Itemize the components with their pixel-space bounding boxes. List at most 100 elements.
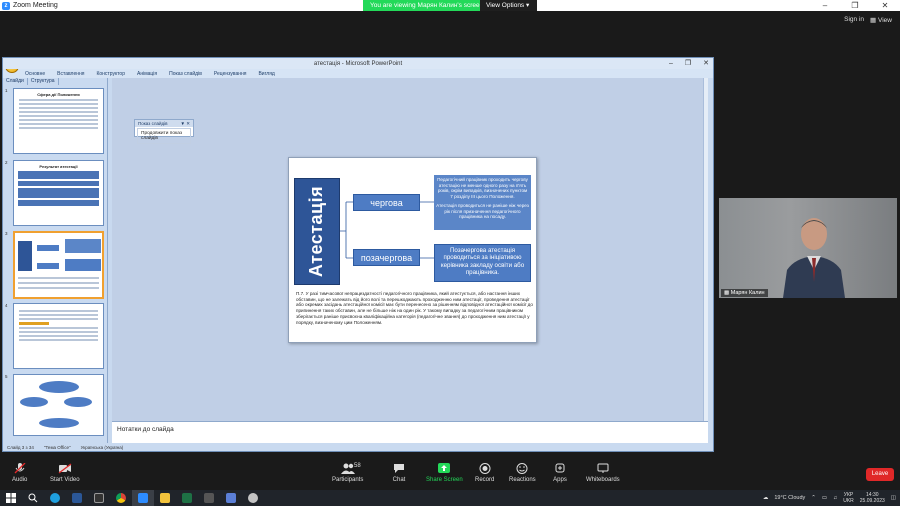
system-tray: ☁ 19°C Cloudy ⌃ ▭ ♫ УКР UKR 14:30 25.09.…	[763, 490, 896, 506]
video-app-icon[interactable]	[88, 490, 110, 506]
close-button[interactable]: ✕	[870, 0, 900, 11]
slide-thumbnail[interactable]: Результат атестації	[13, 160, 104, 226]
resume-slideshow-button[interactable]: Продовжити показ слайдів	[137, 128, 191, 144]
slide-footnote: П.7. У разі тимчасової непрацездатності …	[296, 291, 533, 325]
participant-avatar	[783, 218, 845, 298]
start-button[interactable]	[0, 490, 22, 506]
ribbon-tabs: Основне Вставлення Конструктор Анімація …	[3, 69, 713, 78]
apps-icon	[555, 463, 565, 473]
whiteboards-button[interactable]: Whiteboards	[586, 463, 620, 483]
ppt-close-button[interactable]: ✕	[703, 58, 709, 69]
excel-icon[interactable]	[176, 490, 198, 506]
slide-thumbnail[interactable]: Сфера дії Положення	[13, 88, 104, 154]
weather-text: 19°C Cloudy	[774, 495, 806, 501]
chat-icon	[394, 464, 404, 473]
regular-description-1: Педагогічний працівник проходить чергову…	[437, 177, 528, 200]
powerpoint-taskbar-icon[interactable]	[242, 490, 264, 506]
ribbon-tab[interactable]: Основне	[25, 71, 45, 77]
vertical-scrollbar[interactable]	[703, 78, 708, 421]
view-options-button[interactable]: View Options ▾	[480, 0, 537, 11]
status-slide-count: Слайд 3 з 34	[7, 444, 34, 450]
reactions-icon	[516, 463, 528, 474]
thumb-number: 1	[5, 88, 8, 93]
network-icon: ▭	[821, 495, 828, 501]
leave-button[interactable]: Leave	[866, 468, 894, 481]
notifications-icon[interactable]: ◫	[891, 495, 896, 501]
audio-button[interactable]: Audio	[12, 463, 27, 483]
record-button[interactable]: Record	[475, 463, 494, 483]
audio-label: Audio	[12, 477, 28, 483]
record-label: Record	[475, 477, 495, 483]
apps-button[interactable]: Apps	[553, 463, 567, 483]
ribbon-tab[interactable]: Вставлення	[57, 71, 84, 77]
maximize-button[interactable]: ❐	[840, 0, 870, 11]
participants-count: 58	[354, 463, 361, 469]
language-indicator[interactable]: УКР UKR	[843, 492, 854, 504]
view-button[interactable]: ▦ View	[870, 16, 892, 24]
ribbon-tab[interactable]: Анімація	[137, 71, 157, 77]
start-video-label: Start Video	[50, 477, 80, 483]
participant-video[interactable]: ▩ Марян Калин	[719, 198, 897, 298]
window-controls: – ❐ ✕	[810, 0, 900, 11]
participants-button[interactable]: 58 Participants	[332, 463, 363, 483]
ppt-minimize-button[interactable]: –	[669, 58, 673, 69]
ribbon-tab[interactable]: Рецензування	[214, 71, 247, 77]
extraordinary-description: Позачергова атестація проводиться за іні…	[434, 244, 531, 282]
edge-icon[interactable]	[44, 490, 66, 506]
start-video-button[interactable]: Start Video	[50, 463, 80, 483]
calculator-icon[interactable]	[198, 490, 220, 506]
microphone-icon	[14, 463, 26, 474]
viewing-banner: You are viewing Марян Калин's screen Vie…	[363, 0, 537, 11]
ppt-status-bar: Слайд 3 з 34 "Тема Office" Українська (У…	[3, 443, 713, 451]
volume-icon[interactable]: ♫	[833, 495, 837, 501]
chrome-icon[interactable]	[110, 490, 132, 506]
thumb-number: 2	[5, 160, 8, 165]
file-explorer-icon[interactable]	[154, 490, 176, 506]
clock[interactable]: 14:30 25.09.2023	[860, 492, 885, 504]
ribbon-tab[interactable]: Показ слайдів	[169, 71, 202, 77]
slide-thumbnail-selected[interactable]	[13, 231, 104, 299]
record-icon	[479, 463, 491, 474]
thumb-title: Сфера дії Положення	[37, 92, 80, 97]
regular-description-2: Атестація проводиться не раніше ніж чере…	[436, 202, 529, 220]
windows-taskbar: ☁ 19°C Cloudy ⌃ ▭ ♫ УКР UKR 14:30 25.09.…	[0, 490, 900, 506]
view-options-label: View Options	[486, 2, 525, 9]
minimize-button[interactable]: –	[810, 0, 840, 11]
sign-in-button[interactable]: Sign in	[844, 16, 864, 23]
meeting-toolbar: Audio Start Video 58 Participants Chat S…	[0, 460, 900, 490]
slide-thumbnail[interactable]	[13, 374, 104, 436]
ribbon-tab[interactable]: Вигляд	[258, 71, 274, 77]
popup-close-icon[interactable]: ▼ ✕	[181, 120, 190, 127]
save-icon[interactable]	[220, 490, 242, 506]
slide-editing-area: Показ слайдів ▼ ✕ Продовжити показ слайд…	[112, 78, 708, 421]
word-icon[interactable]	[66, 490, 88, 506]
slide-thumbnail[interactable]	[13, 303, 104, 369]
participant-name-text: Марян Калин	[730, 290, 765, 296]
thumb-title: Результат атестації	[39, 164, 78, 169]
tab-outline[interactable]: Структура	[28, 78, 59, 85]
thumb-tabs: Слайди Структура	[3, 78, 107, 85]
apps-label: Apps	[553, 477, 567, 483]
share-screen-icon	[438, 463, 451, 473]
reactions-button[interactable]: Reactions	[509, 463, 536, 483]
tab-slides[interactable]: Слайди	[3, 78, 28, 85]
share-screen-button[interactable]: Share Screen	[426, 463, 463, 483]
current-slide: Атестація чергова позачергова Педагогічн…	[288, 157, 537, 343]
ppt-restore-button[interactable]: ❐	[685, 58, 691, 69]
ribbon-tab[interactable]: Конструктор	[96, 71, 125, 77]
thumb-number: 4	[5, 303, 8, 308]
ppt-title-bar: атестація - Microsoft PowerPoint – ❐ ✕	[3, 58, 713, 69]
ppt-window-title: атестація - Microsoft PowerPoint	[313, 60, 403, 67]
ppt-body: Слайди Структура 1 Сфера дії Положення 2…	[3, 78, 713, 448]
tray-chevron-icon[interactable]: ⌃	[811, 495, 816, 501]
participant-name: ▩ Марян Калин	[721, 289, 768, 297]
video-camera-icon	[58, 463, 72, 474]
taskbar-search-icon[interactable]	[22, 490, 44, 506]
viewing-banner-text: You are viewing Марян Калин's screen	[363, 0, 480, 11]
thumb-number: 3	[5, 231, 8, 236]
chat-button[interactable]: Chat	[392, 463, 406, 483]
shared-powerpoint-window: атестація - Microsoft PowerPoint – ❐ ✕ О…	[2, 57, 714, 452]
slideshow-popup: Показ слайдів ▼ ✕ Продовжити показ слайд…	[134, 119, 194, 144]
slide-thumbnails-pane: Слайди Структура 1 Сфера дії Положення 2…	[3, 78, 108, 444]
zoom-taskbar-icon[interactable]	[132, 490, 154, 506]
